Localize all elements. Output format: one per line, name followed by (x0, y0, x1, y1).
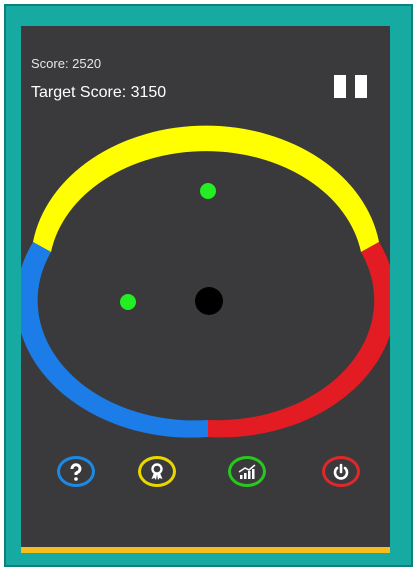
bottom-accent-bar (21, 547, 390, 553)
stats-button[interactable] (228, 456, 266, 487)
green-ball (120, 294, 136, 310)
center-ball (195, 287, 223, 315)
award-ribbon-icon (151, 462, 163, 480)
question-icon (70, 462, 82, 481)
power-button[interactable] (322, 456, 360, 487)
bar-chart-icon (238, 463, 256, 479)
green-ball (200, 183, 216, 199)
game-screen[interactable]: Score: 2520 Target Score: 3150 (21, 26, 390, 547)
help-button[interactable] (57, 456, 95, 487)
achievements-button[interactable] (138, 456, 176, 487)
power-icon (333, 463, 349, 480)
